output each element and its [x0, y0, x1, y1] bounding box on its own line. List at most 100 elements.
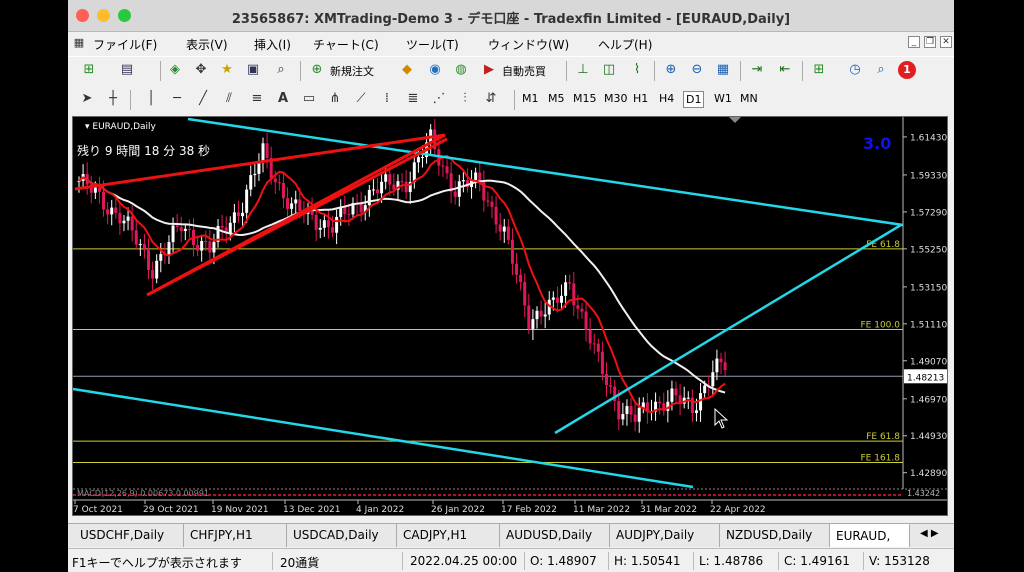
timeframe-m5[interactable]: M5: [546, 91, 567, 106]
gann-icon[interactable]: ⟋: [352, 90, 370, 108]
candle-body: [715, 358, 719, 373]
search-icon[interactable]: ⌕: [872, 61, 890, 79]
new-chart-icon[interactable]: ⊞: [80, 61, 98, 79]
candle-body: [326, 220, 330, 228]
candle-body: [600, 351, 604, 375]
timeframe-w1[interactable]: W1: [712, 91, 734, 106]
auto-trade-icon[interactable]: ▶: [480, 61, 498, 79]
crosshair-icon[interactable]: ┼: [104, 90, 122, 108]
candle-body: [371, 189, 375, 191]
candle-body: [609, 385, 613, 387]
chart-canvas[interactable]: FE 61.8 FE 100.0 FE 61.8 FE 161.8 1.61430 1.5…: [73, 117, 947, 515]
chart-tabs: USDCHF,Daily CHFJPY,H1 USDCAD,Daily CADJPY,…: [68, 523, 954, 547]
menu-insert[interactable]: 挿入(I): [254, 36, 291, 53]
chart-background: [73, 117, 947, 515]
menu-file[interactable]: ファイル(F): [93, 36, 157, 53]
text-tool[interactable]: A: [274, 90, 292, 108]
tile-windows-icon[interactable]: ▦: [714, 61, 732, 79]
candle-body: [359, 203, 363, 213]
status-bar: F1キーでヘルプが表示されます 20通貨 2022.04.25 00:00 O:…: [68, 548, 954, 572]
zoom-out-icon[interactable]: ⊖: [688, 61, 706, 79]
crosshair-window-icon[interactable]: ✥: [192, 61, 210, 79]
zoom-in-icon[interactable]: ⊕: [662, 61, 680, 79]
candle-body: [142, 244, 146, 251]
price-chart[interactable]: FE 61.8 FE 100.0 FE 61.8 FE 161.8 1.61430 1.5…: [72, 116, 948, 516]
menu-help[interactable]: ヘルプ(H): [598, 36, 652, 53]
notification-badge[interactable]: 1: [898, 61, 916, 79]
price-tick-label: 1.53150: [910, 283, 947, 293]
candle-body: [490, 201, 494, 207]
signals-icon[interactable]: ◉: [426, 61, 444, 79]
tester-icon[interactable]: ⌕: [272, 61, 290, 79]
market-watch-icon[interactable]: ◈: [166, 61, 184, 79]
timeframe-d1[interactable]: D1: [683, 91, 705, 108]
fibo-level-label: FE 61.8: [866, 432, 900, 442]
auto-trade-button[interactable]: 自動売買: [502, 63, 546, 79]
fibonacci-icon[interactable]: ≡: [248, 90, 266, 108]
candle-body: [196, 244, 200, 251]
timeframe-m1[interactable]: M1: [520, 91, 541, 106]
chart-shift-icon[interactable]: ⇤: [776, 61, 794, 79]
new-order-icon[interactable]: ⊕: [308, 61, 326, 79]
new-order-button[interactable]: 新規注文: [330, 63, 374, 79]
indicators-icon[interactable]: ⊞: [810, 61, 828, 79]
candle-chart-icon[interactable]: ◫: [600, 61, 618, 79]
menu-tools[interactable]: ツール(T): [406, 36, 459, 53]
candle-body: [138, 244, 142, 246]
tab-cadjpyh[interactable]: CADJPY,H1: [397, 524, 500, 547]
candle-body: [519, 274, 523, 282]
fibo-fan-icon[interactable]: ⋰: [430, 90, 448, 108]
candle-body: [376, 189, 380, 194]
trendline-icon[interactable]: ╱: [194, 90, 212, 108]
periods-icon[interactable]: ◷: [846, 61, 864, 79]
candle-body: [155, 260, 159, 279]
line-chart-icon[interactable]: ⌇: [628, 61, 646, 79]
timeframe-mn[interactable]: MN: [738, 91, 760, 106]
tab-audjpydaily[interactable]: AUDJPY,Daily: [610, 524, 720, 547]
text-label-icon[interactable]: ▭: [300, 90, 318, 108]
navigator-icon[interactable]: ★: [218, 61, 236, 79]
cursor-icon[interactable]: ➤: [78, 90, 96, 108]
menu-window[interactable]: ウィンドウ(W): [488, 36, 569, 53]
timeframe-h1[interactable]: H1: [631, 91, 650, 106]
candle-body: [187, 228, 191, 230]
minimize-chart-button[interactable]: _: [908, 36, 920, 48]
indicator-scale: 1.43242: [907, 489, 940, 498]
fibo-time-icon[interactable]: ⫶: [456, 90, 474, 108]
tab-usdchfdaily[interactable]: USDCHF,Daily: [74, 524, 184, 547]
menu-bar: ▦ ファイル(F) 表示(V) 挿入(I) チャート(C) ツール(T) ウィン…: [68, 32, 954, 56]
bar-chart-icon[interactable]: ⊥: [574, 61, 592, 79]
tab-audusddaily[interactable]: AUDUSD,Daily: [500, 524, 610, 547]
equidistant-channel-icon[interactable]: ⫽: [220, 90, 238, 108]
menu-view[interactable]: 表示(V): [186, 36, 228, 53]
restore-chart-button[interactable]: ❐: [924, 36, 936, 48]
vps-icon[interactable]: ◍: [452, 61, 470, 79]
close-chart-button[interactable]: ✕: [940, 36, 952, 48]
candle-body: [560, 295, 564, 303]
tab-euraud[interactable]: EURAUD,: [830, 524, 910, 547]
cycle-lines-icon[interactable]: ⁞: [378, 90, 396, 108]
profiles-icon[interactable]: ▤: [118, 61, 136, 79]
candle-body: [232, 212, 236, 223]
metaeditor-icon[interactable]: ◆: [398, 61, 416, 79]
candle-body: [253, 173, 257, 176]
tab-scroll-arrows[interactable]: ◀ ▶: [920, 528, 939, 539]
arrows-icon[interactable]: ⇵: [482, 90, 500, 108]
vertical-line-icon[interactable]: │: [142, 90, 160, 108]
timeframe-m15[interactable]: M15: [571, 91, 599, 106]
terminal-icon[interactable]: ▣: [244, 61, 262, 79]
tab-usdcaddaily[interactable]: USDCAD,Daily: [287, 524, 397, 547]
tab-nzdusddaily[interactable]: NZDUSD,Daily: [720, 524, 830, 547]
candle-body: [510, 239, 514, 264]
candle-body: [314, 214, 318, 230]
horizontal-line-icon[interactable]: ─: [168, 90, 186, 108]
timeframe-h4[interactable]: H4: [657, 91, 676, 106]
candle-body: [412, 162, 416, 183]
auto-scroll-icon[interactable]: ⇥: [748, 61, 766, 79]
timeframe-m30[interactable]: M30: [602, 91, 630, 106]
tab-chfjpyh[interactable]: CHFJPY,H1: [184, 524, 287, 547]
candle-body: [286, 198, 290, 209]
andrews-pitchfork-icon[interactable]: ⋔: [326, 90, 344, 108]
menu-chart[interactable]: チャート(C): [313, 36, 379, 53]
fibo-expansion-icon[interactable]: ≣: [404, 90, 422, 108]
